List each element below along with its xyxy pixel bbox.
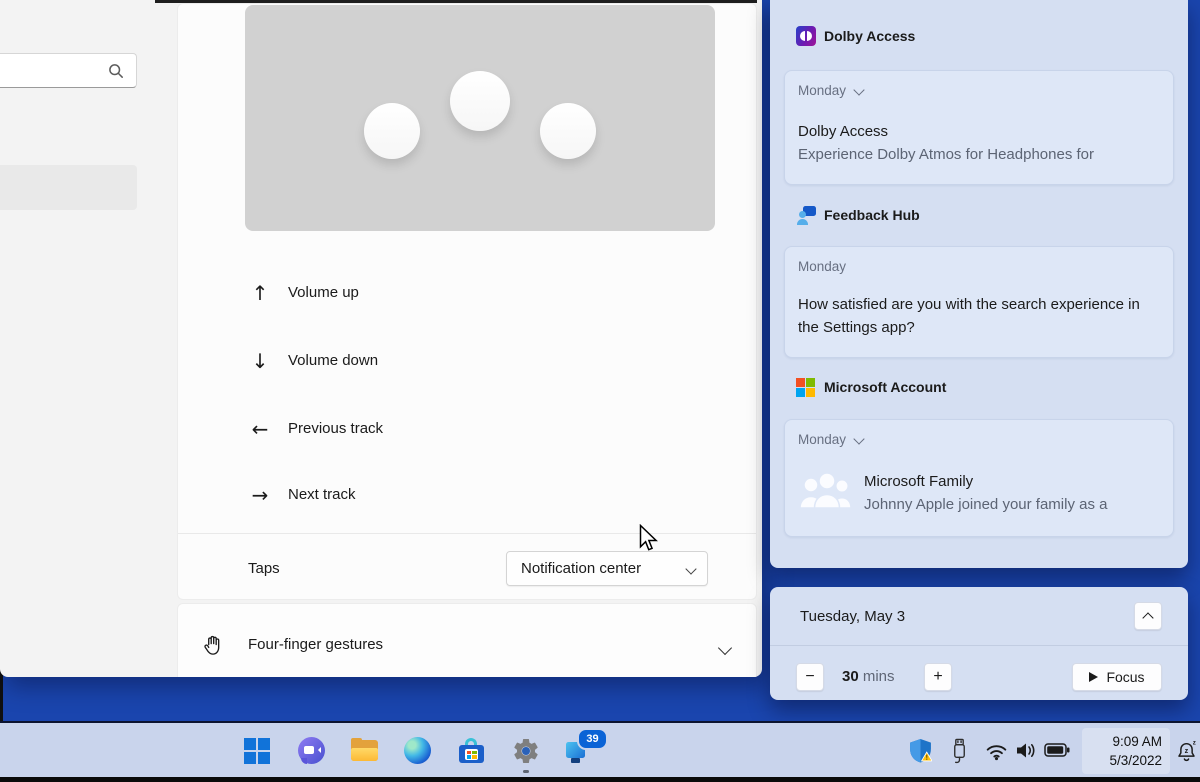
calendar-date-label: Tuesday, May 3: [800, 603, 905, 631]
four-finger-gestures-label: Four-finger gestures: [248, 636, 383, 653]
notification-group-header-microsoft-account: Microsoft Account: [770, 375, 1188, 399]
feedback-hub-icon: [796, 205, 816, 225]
gear-icon: [511, 736, 541, 766]
arrow-right-icon: →: [248, 481, 272, 509]
calendar-flyout: Tuesday, May 3 − 30 mins + Focus: [770, 587, 1188, 700]
family-group-icon: [796, 470, 854, 510]
notification-card-microsoft-family[interactable]: Monday Microsoft Family Johnny Apple joi…: [784, 419, 1174, 537]
windows-security-shield-icon[interactable]: [909, 739, 932, 763]
calendar-collapse-button[interactable]: [1134, 602, 1162, 630]
chevron-down-icon: [685, 563, 696, 574]
gesture-row-previous-track: ← Previous track: [178, 415, 756, 443]
mouse-cursor: [637, 524, 659, 554]
taskbar-store-button[interactable]: [458, 737, 486, 765]
gesture-label: Previous track: [288, 415, 383, 443]
gesture-row-volume-down: ↓ Volume down: [178, 347, 756, 375]
usb-device-icon[interactable]: [950, 737, 969, 765]
notification-card-feedback-hub[interactable]: Monday How satisfied are you with the se…: [784, 246, 1174, 358]
taps-label: Taps: [248, 551, 280, 587]
chevron-down-icon[interactable]: [853, 433, 864, 444]
notification-center-panel: Dolby Access Monday Dolby Access Experie…: [770, 0, 1188, 568]
chat-bubble-tail: [301, 758, 307, 764]
arrow-left-icon: ←: [248, 415, 272, 443]
volume-icon[interactable]: [1015, 740, 1039, 761]
focus-minutes-unit: mins: [863, 668, 895, 685]
finger-dot-icon: [364, 103, 420, 159]
notification-group-header-feedback-hub: Feedback Hub: [770, 203, 1188, 227]
notification-time: Monday: [798, 83, 846, 98]
svg-text:z: z: [1185, 746, 1189, 755]
notification-title: Dolby Access: [798, 123, 888, 140]
notification-body: Johnny Apple joined your family as a: [864, 496, 1107, 513]
settings-search-box[interactable]: [0, 53, 137, 88]
notification-body: Experience Dolby Atmos for Headphones fo…: [798, 146, 1094, 163]
taskbar-file-explorer-button[interactable]: [351, 737, 379, 765]
gesture-row-volume-up: ↑ Volume up: [178, 279, 756, 307]
taps-dropdown[interactable]: Notification center: [506, 551, 708, 586]
taskbar-clock[interactable]: 9:09 AM 5/3/2022: [1082, 728, 1170, 774]
search-icon: [108, 63, 124, 79]
edge-browser-icon: [404, 737, 431, 764]
sidebar-selected-item[interactable]: [0, 165, 137, 210]
settings-window: ↑ Volume up ↓ Volume down ← Previous tra…: [0, 0, 762, 677]
notification-body: How satisfied are you with the search ex…: [798, 293, 1162, 339]
three-finger-gestures-card: ↑ Volume up ↓ Volume down ← Previous tra…: [177, 3, 757, 600]
four-finger-gestures-card[interactable]: Four-finger gestures: [177, 603, 757, 677]
taskbar-edge-button[interactable]: [404, 737, 432, 765]
notification-card-dolby[interactable]: Monday Dolby Access Experience Dolby Atm…: [784, 70, 1174, 185]
phone-link-base: [571, 758, 580, 763]
taskbar-chat-button[interactable]: [298, 737, 326, 765]
wifi-icon[interactable]: [984, 741, 1009, 761]
gesture-label: Next track: [288, 481, 356, 509]
folder-front: [351, 748, 378, 761]
notification-time: Monday: [798, 259, 846, 274]
gesture-label: Volume down: [288, 347, 378, 375]
focus-start-button[interactable]: Focus: [1072, 663, 1162, 691]
desktop: ↑ Volume up ↓ Volume down ← Previous tra…: [0, 0, 1200, 782]
divider: [770, 645, 1188, 646]
notification-app-name: Feedback Hub: [824, 203, 920, 227]
focus-button-label: Focus: [1106, 669, 1144, 685]
gesture-row-next-track: → Next track: [178, 481, 756, 509]
settings-active-indicator: [523, 770, 529, 773]
focus-duration: 30 mins: [842, 663, 895, 691]
search-input[interactable]: [0, 58, 103, 83]
finger-dot-icon: [540, 103, 596, 159]
touchpad-gesture-illustration: [245, 5, 715, 231]
svg-text:z: z: [1193, 740, 1196, 747]
taps-dropdown-value: Notification center: [521, 560, 677, 577]
gesture-label: Volume up: [288, 279, 359, 307]
notification-app-name: Microsoft Account: [824, 375, 946, 399]
notification-title: Microsoft Family: [864, 473, 973, 490]
clock-date: 5/3/2022: [1109, 751, 1162, 770]
microsoft-logo-icon: [796, 378, 814, 396]
focus-minutes-increase-button[interactable]: +: [924, 663, 952, 691]
notification-count-badge: 39: [577, 728, 608, 750]
start-button[interactable]: [244, 737, 272, 765]
arrow-up-icon: ↑: [248, 279, 272, 307]
focus-minutes-decrease-button[interactable]: −: [796, 663, 824, 691]
dolby-access-icon: [796, 26, 816, 46]
focus-assist-bell-icon[interactable]: z z: [1175, 739, 1198, 763]
chevron-down-icon[interactable]: [853, 84, 864, 95]
store-window-logo: [465, 749, 478, 760]
arrow-down-icon: ↓: [248, 347, 272, 375]
chevron-down-icon[interactable]: [718, 641, 732, 655]
notification-time: Monday: [798, 432, 846, 447]
battery-icon[interactable]: [1044, 743, 1070, 758]
screen-edge-bottom: [0, 777, 1200, 782]
hand-icon: [202, 634, 225, 657]
notification-app-name: Dolby Access: [824, 24, 915, 48]
play-icon: [1089, 672, 1098, 682]
notification-group-header-dolby: Dolby Access: [770, 24, 1188, 48]
clock-time: 9:09 AM: [1112, 732, 1162, 751]
finger-dot-icon: [450, 71, 510, 131]
taskbar-settings-button[interactable]: [511, 736, 541, 766]
divider: [178, 533, 756, 534]
windows-logo-icon: [244, 737, 272, 764]
focus-minutes-value: 30: [842, 668, 859, 685]
chevron-up-icon: [1142, 612, 1153, 623]
